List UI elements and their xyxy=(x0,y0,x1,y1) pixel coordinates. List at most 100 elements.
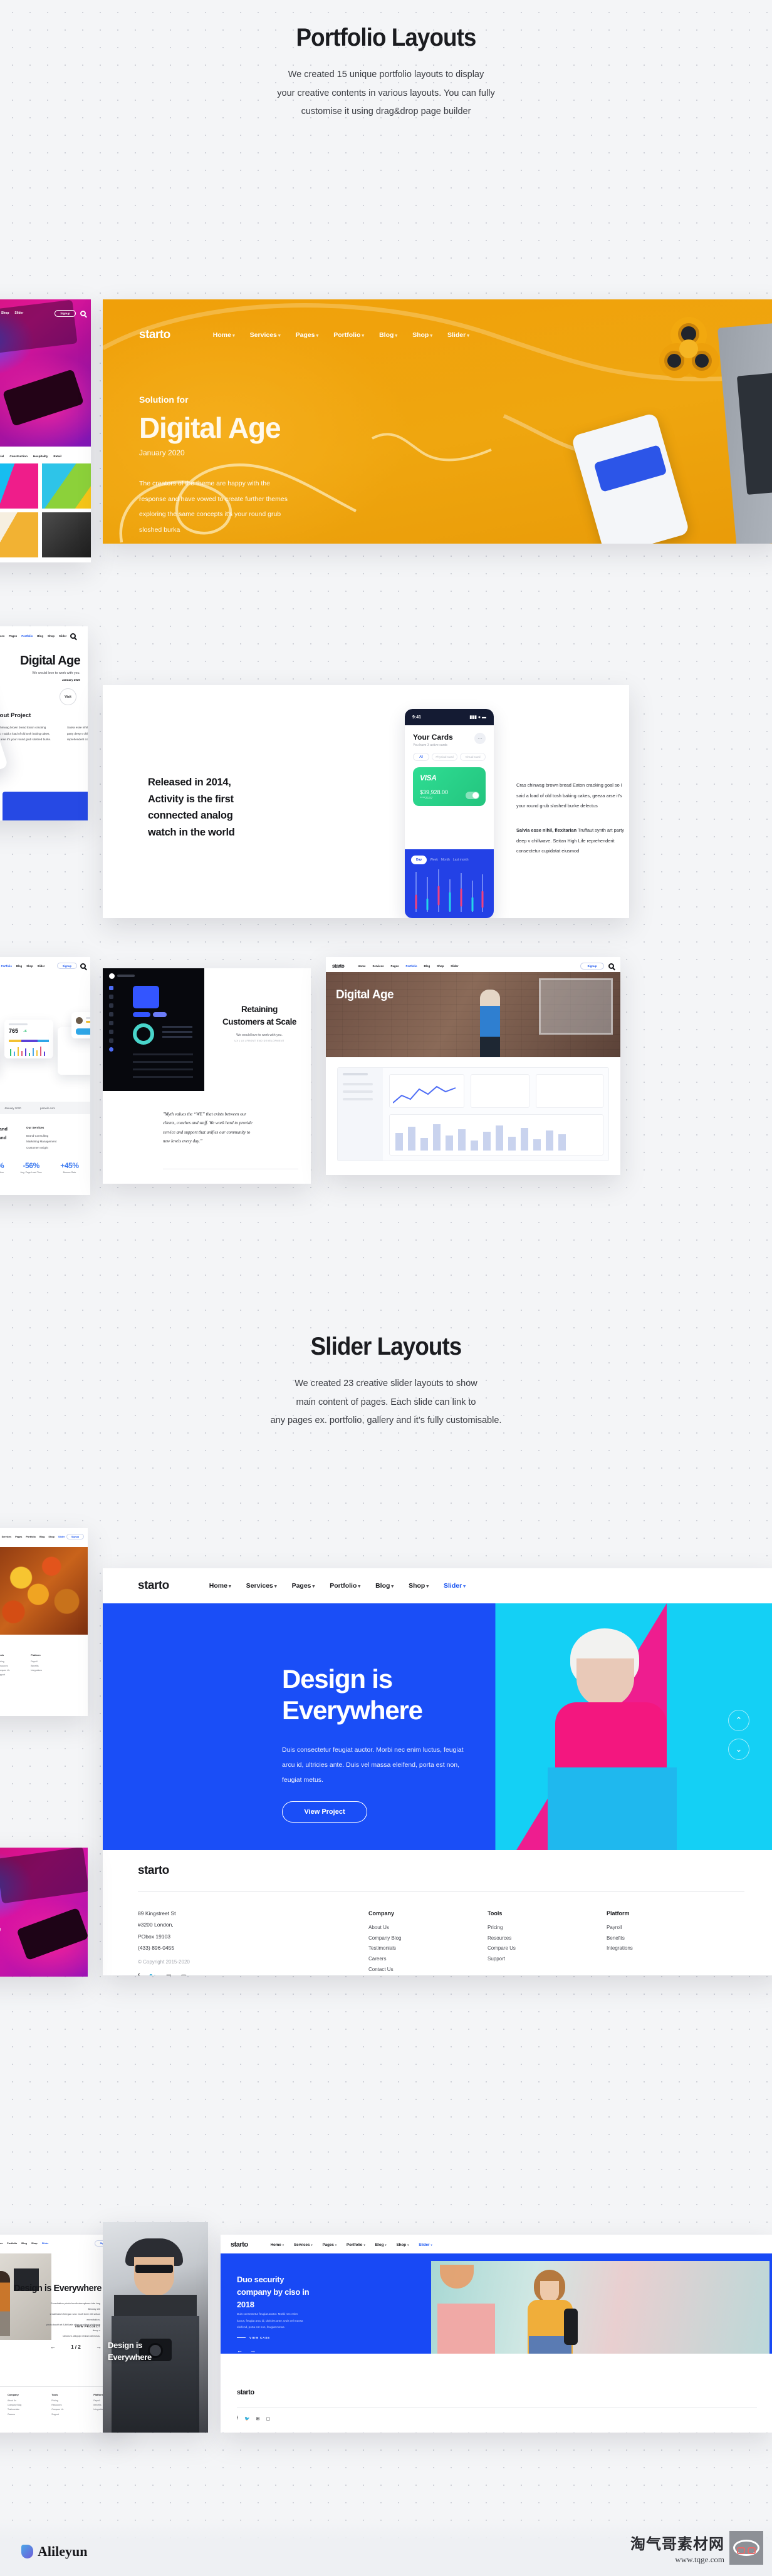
navbar-duo[interactable]: starto Home ▾ Services ▾ Pages ▾ Portfolio ▾… xyxy=(221,2240,772,2250)
nav-item-services[interactable]: Services xyxy=(2,1536,12,1538)
slider-control-up[interactable]: ⌃ xyxy=(728,1710,749,1731)
navbar-digital-age[interactable]: Home Services Pages Portfolio Blog Shop … xyxy=(0,632,88,639)
brand-logo[interactable]: starto xyxy=(138,1579,169,1593)
nav-item-services[interactable]: Services ▾ xyxy=(246,1582,277,1590)
nav-item-services[interactable]: Services xyxy=(372,965,383,968)
twitter-icon[interactable]: 🐦 xyxy=(244,2416,250,2421)
nav-item-portfolio[interactable]: Portfolio xyxy=(7,2242,17,2245)
nav-item-blog[interactable]: Blog ▾ xyxy=(375,2243,387,2247)
nav-item-services[interactable]: Services ▾ xyxy=(294,2243,313,2247)
navbar-autumn[interactable]: Home Services Pages Portfolio Blog Shop … xyxy=(0,1533,88,1540)
filter-hospitality[interactable]: Hospitality xyxy=(33,455,48,458)
footer-link[interactable]: Resources xyxy=(51,2403,63,2408)
footer-phone[interactable]: (433) 896-0455 xyxy=(138,1942,175,1953)
chart-tab-week[interactable]: Week xyxy=(430,858,438,862)
meeting-view-project-button[interactable]: VIEW PROJECT xyxy=(44,2325,100,2328)
portfolio-thumb[interactable] xyxy=(42,512,91,557)
footer-brand[interactable]: starto xyxy=(138,1864,169,1878)
footer-link[interactable]: Contact Us xyxy=(368,1965,401,1975)
footer-link[interactable]: Careers xyxy=(368,1954,401,1965)
mockup-autumn-slider[interactable]: Home Services Pages Portfolio Blog Shop … xyxy=(0,1528,88,1716)
cards-tab-virtual[interactable]: Virtual Card xyxy=(460,753,486,761)
nav-links[interactable]: Home ▾ Services ▾ Pages ▾ Portfolio ▾ Blog ▾ … xyxy=(209,1582,466,1590)
search-icon[interactable] xyxy=(608,963,614,969)
nav-item-shop[interactable]: Shop xyxy=(48,634,55,638)
footer-link[interactable]: About Us xyxy=(368,1923,401,1933)
duo-footer-social[interactable]: f 🐦 ⊞ ▢ xyxy=(237,2416,270,2421)
nav-item-shop[interactable]: Shop xyxy=(1,311,9,315)
nav-links[interactable]: Home ▾ Services ▾ Pages ▾ Portfolio ▾ Blog ▾ … xyxy=(213,331,469,339)
nav-item-slider[interactable]: Slider xyxy=(451,965,458,968)
autumn-footer-item[interactable]: Benefits xyxy=(31,1664,42,1668)
footer-link[interactable]: Compare Us xyxy=(488,1943,516,1954)
nav-item-pages[interactable]: Pages ▾ xyxy=(296,331,319,339)
nav-item-pages[interactable]: Pages xyxy=(9,634,17,638)
duo-cta[interactable]: VIEW CASE xyxy=(237,2336,270,2339)
nav-item-shop[interactable]: Shop xyxy=(31,2242,38,2245)
visa-card[interactable]: VISA $39,928.00 ****2137 xyxy=(413,767,486,806)
filter-financial[interactable]: Financial xyxy=(0,455,4,458)
nav-item-portfolio[interactable]: Portfolio xyxy=(21,634,33,638)
view-project-button[interactable]: View Project xyxy=(282,1801,367,1823)
nav-links[interactable]: Home Services Pages Portfolio Blog Shop … xyxy=(0,965,45,968)
arrow-left-icon[interactable]: ← xyxy=(50,2344,56,2350)
nav-item-home[interactable]: Home ▾ xyxy=(271,2243,284,2247)
nav-item-blog[interactable]: Blog ▾ xyxy=(379,331,397,339)
mockup-watch-statement[interactable]: Released in 2014, Activity is the first … xyxy=(103,685,629,918)
nav-item-shop[interactable]: Shop ▾ xyxy=(397,2243,409,2247)
nav-item-slider[interactable]: Slider ▾ xyxy=(419,2243,432,2247)
search-icon[interactable] xyxy=(70,633,76,639)
facebook-icon[interactable]: f xyxy=(237,2416,238,2421)
visit-button[interactable]: Visit xyxy=(60,688,76,705)
autumn-footer-item[interactable]: Resources xyxy=(0,1664,9,1668)
nav-item-blog[interactable]: Blog xyxy=(39,1536,44,1538)
navbar-dashboard-case[interactable]: starto Home Services Pages Portfolio Blo… xyxy=(0,962,90,970)
mockup-retaining-customers[interactable]: Retaining Customers at Scale We would lo… xyxy=(103,968,311,1184)
mockup-design-everywhere-pink[interactable]: Design is Everywhere xyxy=(0,1848,88,1977)
cards-tabs[interactable]: All Physical Card Virtual Card xyxy=(413,753,486,761)
nav-item-pages[interactable]: Pages xyxy=(391,965,399,968)
cards-more-button[interactable]: ⋯ xyxy=(474,733,486,744)
nav-links[interactable]: Home Services Pages Portfolio Blog Shop … xyxy=(0,634,66,638)
signup-button[interactable]: Signup xyxy=(57,963,77,969)
footer-link[interactable]: Testimonials xyxy=(368,1943,401,1954)
nav-item-pages[interactable]: Pages xyxy=(15,1536,22,1538)
nav-item-shop[interactable]: Shop ▾ xyxy=(409,1582,429,1590)
nav-item-slider[interactable]: Slider xyxy=(42,2242,49,2245)
nav-links[interactable]: Home Services Pages Portfolio Blog Shop … xyxy=(0,1536,65,1538)
footer-link[interactable]: Compare Us xyxy=(51,2408,63,2412)
chart-tab-last-month[interactable]: Last month xyxy=(453,858,469,862)
search-icon[interactable] xyxy=(80,963,86,969)
footer-link[interactable]: Company Blog xyxy=(8,2403,21,2408)
nav-item-home[interactable]: Home xyxy=(358,965,365,968)
nav-item-slider[interactable]: Slider xyxy=(38,965,45,968)
search-icon[interactable] xyxy=(80,310,86,316)
signup-button[interactable]: Signup xyxy=(580,962,604,970)
nav-item-slider[interactable]: Slider ▾ xyxy=(444,1582,466,1590)
duo-slider-nav[interactable]: ← → xyxy=(237,2347,256,2354)
slider-control-down[interactable]: ⌄ xyxy=(728,1739,749,1760)
cards-chart-panel[interactable]: Day Week Month Last month xyxy=(405,849,494,918)
mockup-camera-slider[interactable]: Design is Everywhere xyxy=(103,2222,208,2433)
nav-links[interactable]: Home Services Pages Portfolio Blog Shop … xyxy=(0,2242,49,2245)
autumn-footer-item[interactable]: Payroll xyxy=(31,1660,42,1664)
nav-item-blog[interactable]: Blog xyxy=(37,634,43,638)
portfolio-filter-bar[interactable]: All Technology Financial Construction Ho… xyxy=(0,455,91,458)
filter-construction[interactable]: Construction xyxy=(9,455,28,458)
cards-phone-mock[interactable]: 9:41 ▮▮▮ ● ▬ Your Cards You have 3 activ… xyxy=(405,709,494,918)
portfolio-thumb[interactable] xyxy=(0,463,39,509)
mockup-duo-security[interactable]: starto Home ▾ Services ▾ Pages ▾ Portfolio ▾… xyxy=(221,2235,772,2433)
nav-item-blog[interactable]: Blog xyxy=(16,965,22,968)
instagram-icon[interactable]: ▢ xyxy=(180,1973,187,1975)
mockup-portfolio-pink[interactable]: Home Services Pages Portfolio Blog Shop … xyxy=(0,299,91,562)
signup-button[interactable]: Signup xyxy=(66,1534,84,1539)
nav-links[interactable]: Home Services Pages Portfolio Blog Shop … xyxy=(0,311,23,315)
autumn-footer-item[interactable]: Support xyxy=(0,1673,9,1677)
arrow-left-icon[interactable]: ← xyxy=(237,2347,243,2354)
case-service-item[interactable]: Brand Consulting xyxy=(26,1133,56,1139)
duo-footer-brand[interactable]: starto xyxy=(237,2389,254,2396)
nav-item-shop[interactable]: Shop ▾ xyxy=(412,331,432,339)
brand-logo[interactable]: starto xyxy=(231,2241,248,2248)
nav-item-portfolio[interactable]: Portfolio xyxy=(405,965,417,968)
arrow-right-icon[interactable]: → xyxy=(96,2344,102,2350)
